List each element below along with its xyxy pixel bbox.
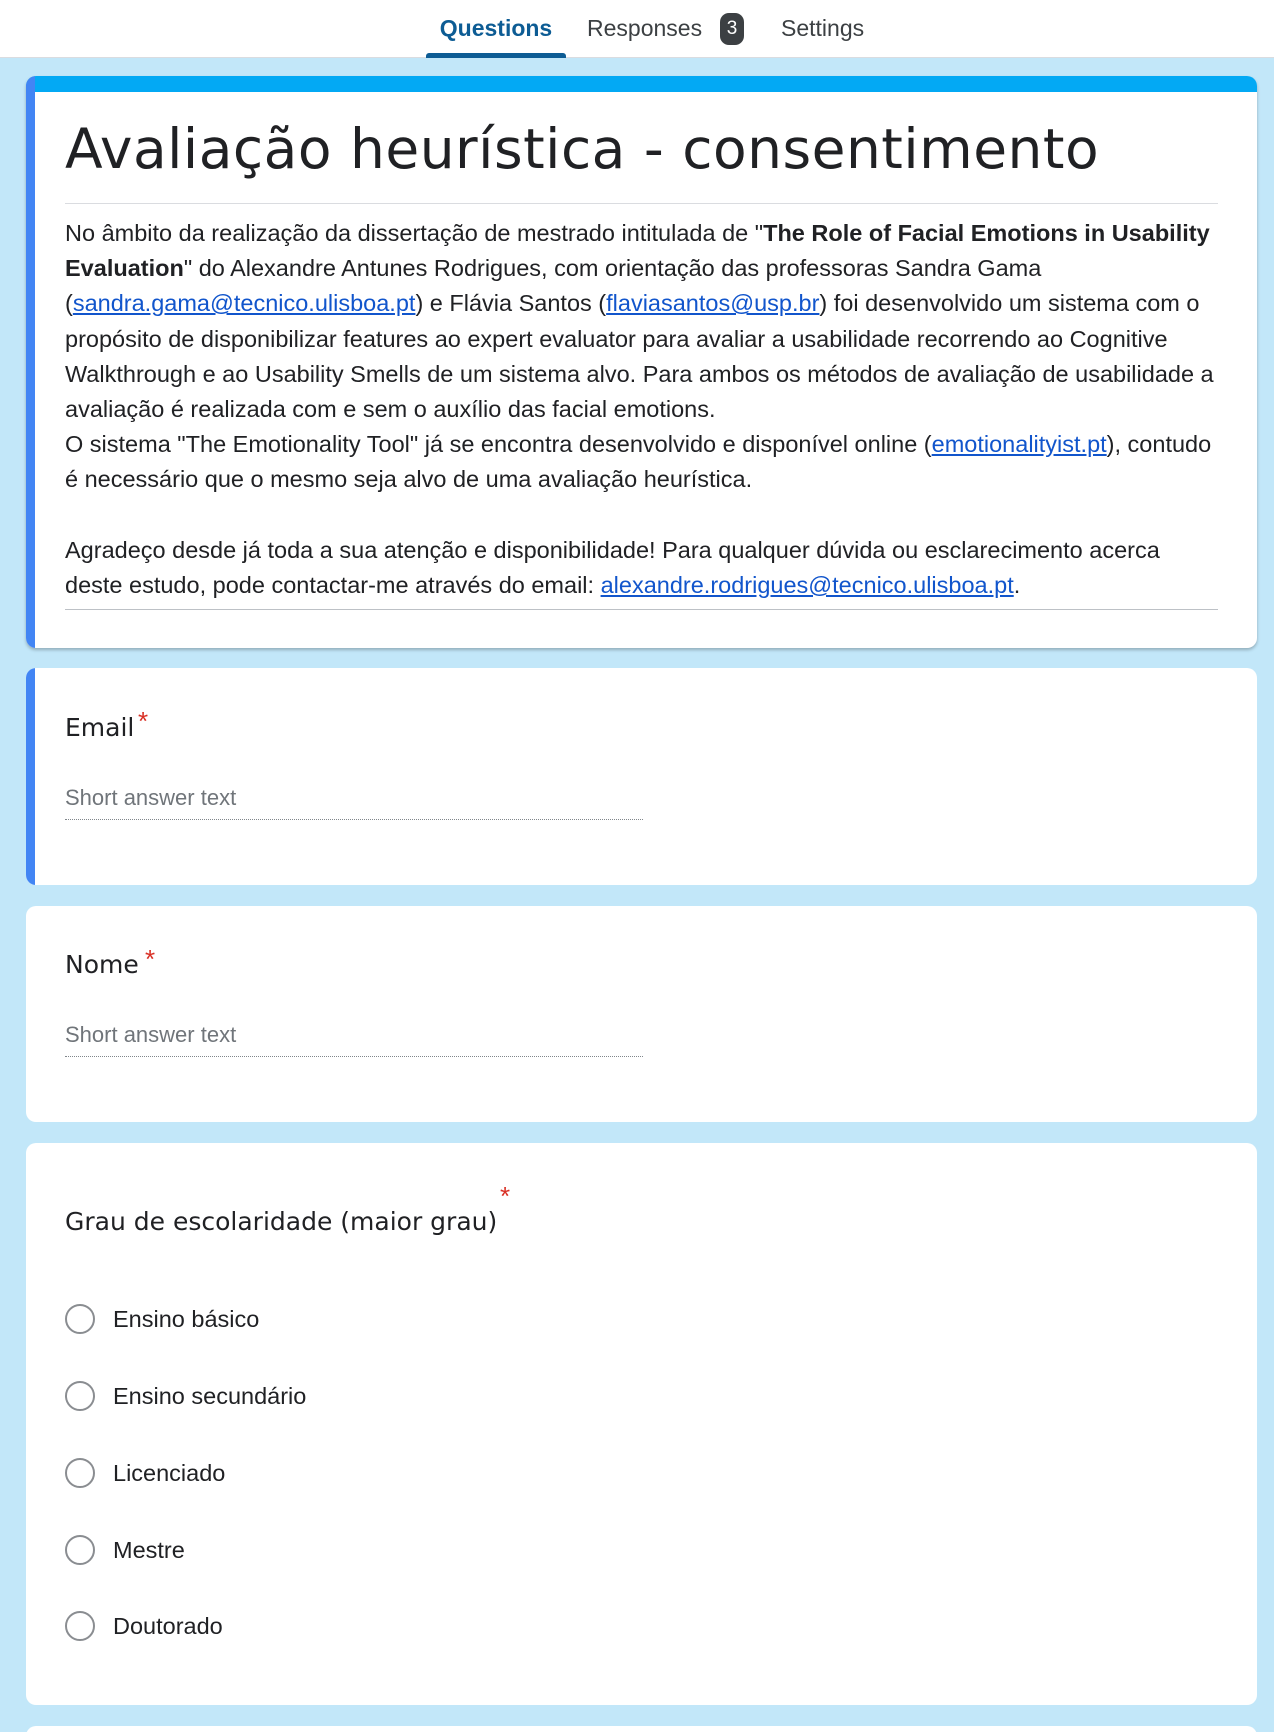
required-asterisk: * [500, 1181, 511, 1211]
question-title: Email [65, 713, 134, 742]
email-short-answer-input[interactable] [65, 776, 643, 820]
nome-short-answer-input[interactable] [65, 1013, 643, 1057]
tab-responses[interactable]: Responses 3 [587, 0, 745, 58]
question-title: Nome [65, 950, 139, 979]
option-label: Mestre [113, 1536, 185, 1563]
form-description[interactable]: No âmbito da realização da dissertação d… [65, 216, 1221, 603]
tab-questions[interactable]: Questions [426, 0, 566, 58]
responses-count-badge: 3 [720, 13, 745, 45]
active-tab-indicator [426, 53, 566, 58]
radio-button-icon[interactable] [65, 1304, 95, 1334]
title-divider [65, 203, 1218, 204]
radio-button-icon[interactable] [65, 1611, 95, 1641]
option-label: Doutorado [113, 1612, 223, 1639]
tab-settings[interactable]: Settings [781, 0, 864, 58]
selected-card-indicator [26, 668, 35, 885]
email-link-flavia[interactable]: flaviasantos@usp.br [606, 290, 819, 316]
question-title: Grau de escolaridade (maior grau) [65, 1207, 497, 1236]
tab-responses-label: Responses [587, 15, 703, 41]
radio-button-icon[interactable] [65, 1535, 95, 1565]
desc-text: . [1013, 572, 1021, 599]
question-card-next[interactable] [26, 1726, 1257, 1732]
site-link[interactable]: emotionalityist.pt [932, 431, 1107, 457]
radio-option-doutorado[interactable]: Doutorado [65, 1606, 223, 1646]
question-card-nome[interactable]: Nome * [26, 906, 1257, 1122]
email-link-alexandre[interactable]: alexandre.rodrigues@tecnico.ulisboa.pt [601, 572, 1014, 598]
form-header-card[interactable]: Avaliação heurística - consentimento No … [26, 76, 1257, 648]
radio-button-icon[interactable] [65, 1381, 95, 1411]
top-tab-bar: Questions Responses 3 Settings [0, 0, 1274, 58]
radio-option-licenciado[interactable]: Licenciado [65, 1453, 225, 1493]
tab-questions-label: Questions [439, 15, 553, 41]
tab-settings-label: Settings [781, 15, 865, 41]
required-asterisk: * [145, 944, 156, 974]
radio-option-mestre[interactable]: Mestre [65, 1530, 185, 1570]
radio-button-icon[interactable] [65, 1458, 95, 1488]
question-title-text: Nome [65, 950, 139, 979]
option-label: Licenciado [113, 1459, 226, 1486]
question-title-text: Email [65, 713, 135, 742]
question-card-grau-escolaridade[interactable]: Grau de escolaridade (maior grau) * Ensi… [26, 1143, 1257, 1705]
question-card-email[interactable]: Email * [26, 668, 1257, 885]
desc-text: No âmbito da realização da dissertação d… [65, 220, 764, 246]
selected-card-indicator [26, 76, 35, 648]
radio-option-ensino-secundario[interactable]: Ensino secundário [65, 1376, 306, 1416]
desc-text: O sistema "The Emotionality Tool" já se … [65, 431, 932, 458]
required-asterisk: * [138, 706, 149, 736]
form-title[interactable]: Avaliação heurística - consentimento [65, 114, 1099, 184]
option-label: Ensino básico [113, 1305, 260, 1332]
radio-option-ensino-basico[interactable]: Ensino básico [65, 1299, 259, 1339]
option-label: Ensino secundário [113, 1382, 307, 1409]
description-underline [65, 609, 1218, 610]
email-link-sandra[interactable]: sandra.gama@tecnico.ulisboa.pt [73, 290, 416, 316]
question-title-text: Grau de escolaridade (maior grau) [65, 1207, 498, 1236]
theme-color-stripe [26, 76, 1257, 92]
desc-text: ) e Flávia Santos ( [415, 290, 607, 317]
